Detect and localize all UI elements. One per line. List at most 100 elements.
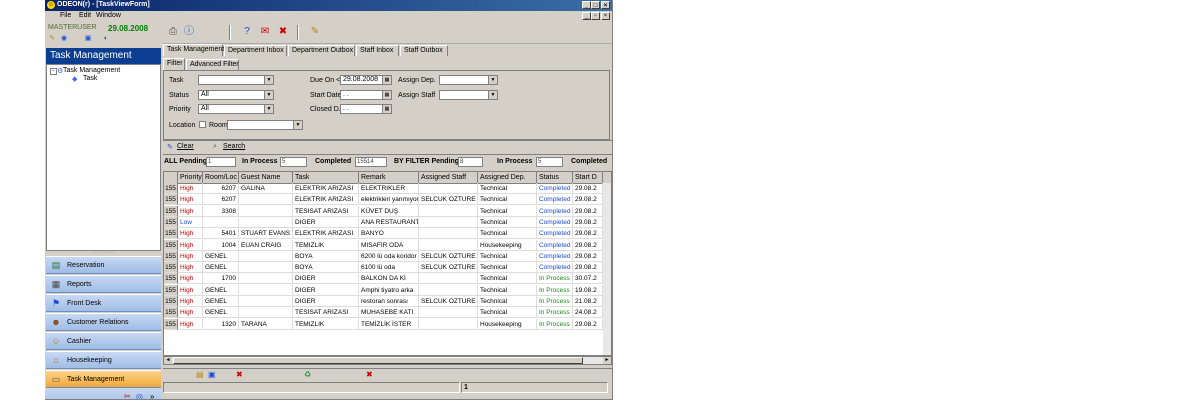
tab-task-management[interactable]: Task Management bbox=[163, 44, 224, 56]
scroll-left-icon[interactable]: ◄ bbox=[164, 357, 172, 364]
maximize-button[interactable]: □ bbox=[591, 1, 600, 9]
start-date-field[interactable]: . . ▦ bbox=[340, 90, 392, 100]
cell-task: ELEKTRIK ARIZASI bbox=[293, 228, 359, 240]
vertical-scrollbar[interactable] bbox=[603, 183, 611, 355]
assign-staff-select[interactable]: ▼ bbox=[439, 90, 498, 100]
tools-icon[interactable]: ✂ bbox=[124, 392, 131, 399]
assign-dep-label: Assign Dep. bbox=[398, 77, 436, 84]
task-select[interactable]: ▼ bbox=[198, 75, 274, 85]
mdi-minimize-button[interactable]: _ bbox=[582, 12, 591, 20]
nav-front-desk[interactable]: ⚑ Front Desk bbox=[46, 294, 161, 312]
table-row[interactable]: 155 High GENEL DIGER restoran sonrası SELCUK … bbox=[164, 296, 611, 307]
table-row[interactable]: 155 High 1004 EUAN CRAIG TEMIZLIK MISAFIR ODA… bbox=[164, 239, 611, 251]
print-icon[interactable]: ⎙ bbox=[167, 26, 179, 38]
subtab-advanced-filter[interactable]: Advanced Filter bbox=[186, 59, 239, 70]
tree-node-task[interactable]: Task bbox=[83, 75, 97, 82]
nav-reports[interactable]: ▦ Reports bbox=[46, 275, 161, 293]
table-row[interactable]: 155 High GENEL TESISAT ARIZASI MUHASEBE KATI… bbox=[164, 307, 611, 319]
cell-room-loc: GENEL bbox=[203, 250, 239, 262]
export-icon[interactable]: ✉ bbox=[259, 26, 271, 38]
room-select[interactable]: ▼ bbox=[227, 120, 303, 130]
table-row[interactable]: 155 High 1320 TARANA TEMIZLIK TEMİZLİK İSTER H… bbox=[164, 318, 611, 330]
nav-cashier[interactable]: ☺ Cashier bbox=[46, 332, 161, 350]
table-row[interactable]: 155 High 5401 STUART EVANS ELEKTRIK ARIZASI B… bbox=[164, 228, 611, 240]
table-row[interactable]: 155 High 1700 DIGER BALKON DA Kİ Technical In … bbox=[164, 273, 611, 285]
info-icon[interactable]: ⓘ bbox=[183, 26, 195, 38]
delete-doc-icon[interactable]: ✖ bbox=[277, 26, 289, 38]
column-header-guest-name[interactable]: Guest Name bbox=[239, 172, 293, 183]
calendar-icon[interactable]: ▦ bbox=[382, 76, 391, 84]
scroll-right-icon[interactable]: ► bbox=[603, 357, 611, 364]
close-button[interactable]: × bbox=[601, 1, 610, 9]
status-select[interactable]: All ▼ bbox=[198, 90, 274, 100]
mdi-restore-button[interactable]: ▫ bbox=[591, 12, 600, 20]
help-icon[interactable]: ◐ bbox=[102, 35, 110, 43]
delete-icon[interactable]: ✖ bbox=[236, 370, 243, 379]
copy-icon[interactable]: ▣ bbox=[208, 370, 216, 379]
table-row[interactable]: 155 High GENEL BOYA 6100 lü oda SELCUK OZTURE… bbox=[164, 262, 611, 274]
minimize-button[interactable]: _ bbox=[582, 1, 591, 9]
search-button[interactable]: Search bbox=[223, 143, 245, 150]
panel-splitter[interactable]: ::::::::::::::::: bbox=[46, 250, 161, 255]
table-row[interactable]: 155 High 3308 TESISAT ARIZASI KÜVET DUŞ Techn… bbox=[164, 205, 611, 217]
settings-icon[interactable]: ◎ bbox=[136, 392, 143, 399]
new-record-icon[interactable]: ▤ bbox=[196, 370, 204, 379]
column-header-priority[interactable]: Priority bbox=[178, 172, 203, 183]
horizontal-scrollbar[interactable]: ◄ ► bbox=[163, 356, 612, 365]
mdi-close-button[interactable]: × bbox=[601, 12, 610, 20]
column-header-remark[interactable]: Remark bbox=[359, 172, 419, 183]
nav-task-management[interactable]: ▭ Task Management bbox=[46, 370, 161, 388]
cell-assigned-staff bbox=[419, 318, 478, 330]
lock-icon[interactable]: ▣ bbox=[84, 35, 92, 43]
collapse-icon[interactable]: − bbox=[50, 68, 57, 75]
column-header-start-date[interactable]: Start D bbox=[573, 172, 603, 183]
edit-icon[interactable]: ✎ bbox=[309, 26, 321, 38]
column-header-assigned-dep[interactable]: Assigned Dep. bbox=[478, 172, 537, 183]
tab-department-inbox[interactable]: Department Inbox bbox=[224, 45, 287, 56]
nav-housekeeping[interactable]: ⌂ Housekeeping bbox=[46, 351, 161, 369]
menu-edit[interactable]: Edit bbox=[79, 12, 91, 19]
menu-file[interactable]: File bbox=[60, 12, 71, 19]
nav-reservation[interactable]: ▤ Reservation bbox=[46, 256, 161, 274]
cell-room-loc: GENEL bbox=[203, 307, 239, 319]
refresh-records-icon[interactable]: ♻ bbox=[304, 370, 311, 379]
menu-window[interactable]: Window bbox=[96, 12, 121, 19]
chevron-right-icon[interactable]: » bbox=[150, 392, 154, 399]
table-row[interactable]: 155 High GENEL DIGER Amphi tiyatro arka Techn… bbox=[164, 284, 611, 296]
cell-room-loc: 6207 bbox=[203, 194, 239, 206]
room-checkbox[interactable] bbox=[199, 121, 206, 128]
clear-button[interactable]: Clear bbox=[177, 143, 194, 150]
bottom-toolbar: ▤ ▣ ✖ ♻ ✖ bbox=[163, 368, 612, 381]
start-date-value: . . bbox=[343, 91, 349, 98]
cancel-icon[interactable]: ✖ bbox=[366, 370, 373, 379]
table-row[interactable]: 155 High 6207 GALINA ELEKTRIK ARIZASI ELEKTRI… bbox=[164, 183, 611, 194]
column-header-room-loc[interactable]: Room/Loc bbox=[203, 172, 239, 183]
column-header-row-number[interactable] bbox=[164, 172, 178, 183]
nav-customer-relations[interactable]: ☻ Customer Relations bbox=[46, 313, 161, 331]
priority-select[interactable]: All ▼ bbox=[198, 104, 274, 114]
tree-node-task-management[interactable]: Task Management bbox=[63, 67, 120, 74]
calendar-icon[interactable]: ▦ bbox=[382, 91, 391, 99]
cell-status: In Process bbox=[537, 296, 573, 307]
tab-staff-inbox[interactable]: Staff Inbox bbox=[356, 45, 399, 56]
table-row[interactable]: 155 Low DIGER ANA RESTAURANT Technical Comple… bbox=[164, 216, 611, 228]
calendar-icon[interactable]: ▦ bbox=[382, 105, 391, 113]
cell-task: ELEKTRIK ARIZASI bbox=[293, 183, 359, 194]
cell-remark: Amphi tiyatro arka bbox=[359, 284, 419, 296]
table-row[interactable]: 155 High 6207 ELEKTRIK ARIZASI elektrikleri … bbox=[164, 194, 611, 206]
due-on-field[interactable]: 29.08.2008 ▦ bbox=[340, 75, 392, 85]
column-header-assigned-staff[interactable]: Assigned Staff bbox=[419, 172, 478, 183]
tab-staff-outbox[interactable]: Staff Outbox bbox=[400, 45, 448, 56]
closed-date-field[interactable]: . . ▦ bbox=[340, 104, 392, 114]
table-row[interactable]: 155 High GENEL BOYA 6200 lü oda koridor SELCU… bbox=[164, 250, 611, 262]
column-header-task[interactable]: Task bbox=[293, 172, 359, 183]
cell-start-date: 29.08.2 bbox=[573, 216, 603, 228]
scroll-thumb[interactable] bbox=[173, 357, 583, 364]
help-button-icon[interactable]: ? bbox=[241, 26, 253, 38]
subtab-filter[interactable]: Filter bbox=[163, 58, 185, 70]
assign-dep-select[interactable]: ▼ bbox=[439, 75, 498, 85]
tab-department-outbox[interactable]: Department Outbox bbox=[288, 45, 355, 56]
column-header-status[interactable]: Status bbox=[537, 172, 573, 183]
key-icon[interactable]: ✎ bbox=[48, 35, 56, 43]
refresh-icon[interactable]: ◉ bbox=[60, 35, 68, 43]
